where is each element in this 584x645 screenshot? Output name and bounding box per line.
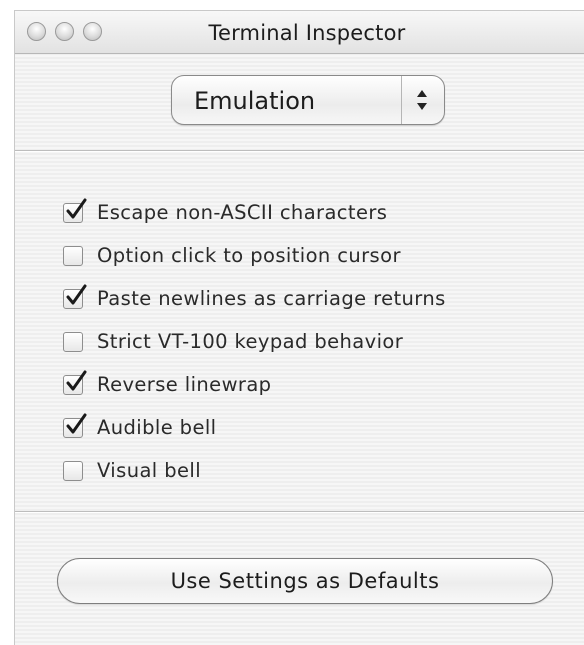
divider	[15, 511, 584, 513]
option-label: Strict VT-100 keypad behavior	[97, 330, 404, 353]
use-settings-as-defaults-button[interactable]: Use Settings as Defaults	[57, 558, 553, 604]
checkmark-icon	[66, 284, 87, 304]
option-label: Paste newlines as carriage returns	[97, 287, 446, 310]
checkbox[interactable]	[63, 370, 87, 395]
checkbox[interactable]	[63, 284, 87, 309]
checkbox[interactable]	[63, 198, 87, 223]
up-down-arrows-icon	[401, 76, 444, 124]
panel-popup-label: Emulation	[194, 87, 316, 115]
option-row[interactable]: Visual bell	[63, 449, 446, 492]
option-row[interactable]: Strict VT-100 keypad behavior	[63, 320, 446, 363]
option-label: Option click to position cursor	[97, 244, 401, 267]
option-row[interactable]: Reverse linewrap	[63, 363, 446, 406]
window-title: Terminal Inspector	[208, 21, 406, 45]
checkmark-icon	[66, 370, 87, 390]
title-bar[interactable]: Terminal Inspector	[15, 11, 584, 54]
checkbox[interactable]	[63, 413, 87, 438]
option-row[interactable]: Paste newlines as carriage returns	[63, 277, 446, 320]
option-label: Visual bell	[97, 459, 202, 482]
emulation-options-list: Escape non-ASCII characters Option click …	[63, 191, 446, 492]
checkbox[interactable]	[63, 460, 83, 481]
divider	[15, 150, 584, 152]
terminal-inspector-window: Terminal Inspector Emulation Escape non-…	[14, 10, 584, 645]
checkmark-icon	[66, 413, 87, 433]
option-row[interactable]: Escape non-ASCII characters	[63, 191, 446, 234]
option-label: Audible bell	[97, 416, 217, 439]
checkmark-icon	[66, 198, 87, 218]
option-row[interactable]: Audible bell	[63, 406, 446, 449]
checkbox[interactable]	[63, 331, 83, 352]
option-label: Reverse linewrap	[97, 373, 272, 396]
option-row[interactable]: Option click to position cursor	[63, 234, 446, 277]
option-label: Escape non-ASCII characters	[97, 201, 388, 224]
checkbox[interactable]	[63, 245, 83, 266]
panel-popup-menu[interactable]: Emulation	[171, 75, 445, 125]
